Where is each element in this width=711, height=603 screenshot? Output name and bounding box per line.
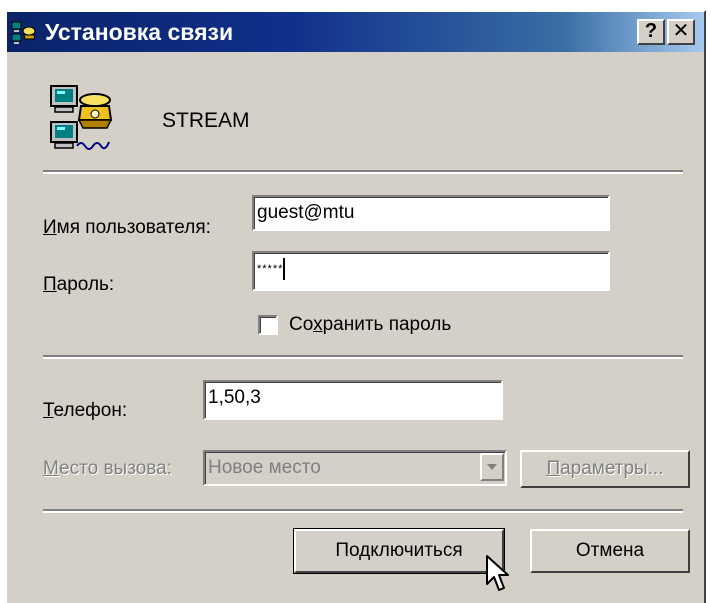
save-password-label-rest: ранить пароль — [322, 314, 452, 335]
text-caret — [283, 258, 286, 280]
separator — [43, 509, 683, 513]
password-label-rest: ароль: — [56, 274, 115, 295]
dial-up-connection-dialog: Установка связи ? ✕ STREAM Имя пользоват… — [5, 10, 706, 603]
dropdown-button[interactable] — [480, 453, 504, 481]
help-button[interactable]: ? — [637, 19, 665, 45]
phone-label: Телефон: — [43, 400, 127, 422]
cancel-button[interactable]: Отмена — [530, 529, 690, 573]
password-field[interactable]: ***** — [252, 251, 610, 291]
dial-properties-label-rest: араметры... — [560, 458, 664, 479]
connect-button[interactable]: Подключиться — [293, 528, 505, 574]
dial-up-connection-icon — [50, 85, 113, 150]
title-bar[interactable]: Установка связи ? ✕ — [7, 12, 704, 52]
username-label: Имя пользователя: — [43, 217, 211, 239]
chevron-down-icon — [487, 464, 497, 470]
dial-from-label-rest: есто вызова: — [59, 458, 172, 479]
separator — [43, 170, 683, 174]
phone-field[interactable]: 1,50,3 — [203, 380, 503, 420]
password-label: Пароль: — [43, 274, 114, 296]
window-title: Установка связи — [45, 19, 234, 45]
password-masked-value: ***** — [257, 263, 284, 275]
save-password-accesskey: х — [313, 314, 323, 335]
save-password-checkbox[interactable] — [258, 315, 278, 335]
close-button[interactable]: ✕ — [667, 19, 695, 45]
separator — [43, 355, 683, 359]
mouse-pointer-icon — [486, 555, 509, 591]
username-label-accesskey: И — [43, 217, 57, 238]
username-field[interactable]: guest@mtu — [252, 195, 610, 231]
phone-label-accesskey: Т — [43, 400, 54, 421]
connection-name: STREAM — [162, 109, 250, 132]
dial-properties-accesskey: П — [546, 458, 561, 479]
close-icon: ✕ — [672, 20, 690, 42]
dial-from-dropdown[interactable]: Новое место — [203, 450, 507, 486]
password-label-accesskey: П — [43, 274, 57, 295]
username-label-rest: мя пользователя: — [56, 217, 211, 238]
dial-up-networking-icon — [11, 21, 36, 44]
dial-from-value: Новое место — [208, 457, 321, 478]
dial-properties-button[interactable]: Параметры... — [520, 450, 690, 488]
phone-label-rest: елефон: — [53, 400, 128, 421]
save-password-label-start: Со — [289, 314, 314, 335]
dial-from-label: Место вызова: — [43, 458, 172, 480]
save-password-label[interactable]: Сохранить пароль — [289, 314, 451, 336]
dial-from-accesskey: М — [43, 458, 60, 479]
